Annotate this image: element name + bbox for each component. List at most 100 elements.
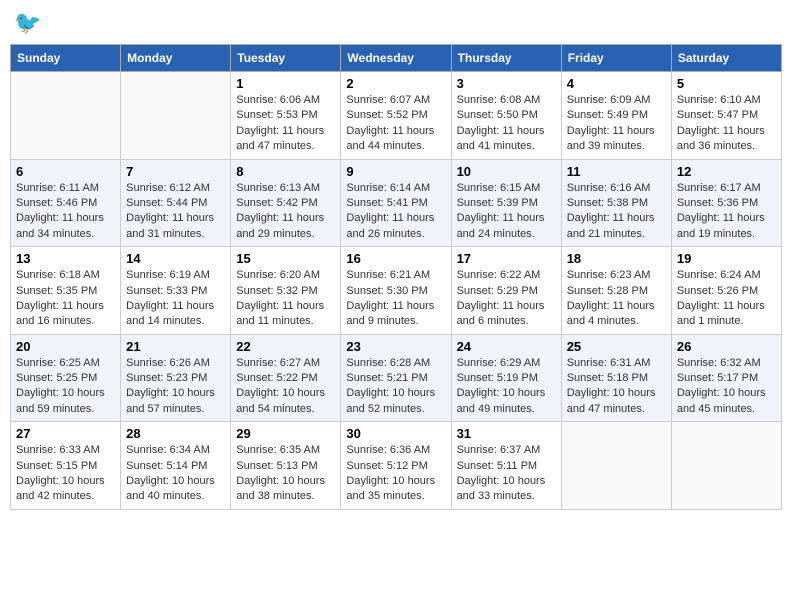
day-info: Sunrise: 6:20 AM Sunset: 5:32 PM Dayligh… (236, 268, 335, 330)
day-info: Sunrise: 6:24 AM Sunset: 5:26 PM Dayligh… (677, 268, 776, 330)
day-info: Sunrise: 6:09 AM Sunset: 5:49 PM Dayligh… (567, 93, 666, 155)
calendar-cell: 25 Sunrise: 6:31 AM Sunset: 5:18 PM Dayli… (561, 334, 671, 422)
day-info: Sunrise: 6:33 AM Sunset: 5:15 PM Dayligh… (16, 443, 115, 505)
calendar-cell (121, 72, 231, 160)
day-info: Sunrise: 6:22 AM Sunset: 5:29 PM Dayligh… (457, 268, 556, 330)
day-info: Sunrise: 6:12 AM Sunset: 5:44 PM Dayligh… (126, 181, 225, 243)
day-number: 28 (126, 426, 225, 441)
day-info: Sunrise: 6:08 AM Sunset: 5:50 PM Dayligh… (457, 93, 556, 155)
calendar-cell: 8Sunrise: 6:13 AM Sunset: 5:42 PM Daylig… (231, 159, 341, 247)
calendar-cell: 14 Sunrise: 6:19 AM Sunset: 5:33 PM Dayli… (121, 247, 231, 335)
day-number: 30 (346, 426, 445, 441)
calendar-cell: 5 Sunrise: 6:10 AM Sunset: 5:47 PM Daylig… (671, 72, 781, 160)
calendar-cell: 22Sunrise: 6:27 AM Sunset: 5:22 PM Dayli… (231, 334, 341, 422)
day-number: 21 (126, 339, 225, 354)
day-number: 5 (677, 76, 776, 91)
calendar-cell (561, 422, 671, 510)
day-number: 10 (457, 164, 556, 179)
day-info: Sunrise: 6:14 AM Sunset: 5:41 PM Dayligh… (346, 181, 445, 243)
calendar-cell: 19 Sunrise: 6:24 AM Sunset: 5:26 PM Dayli… (671, 247, 781, 335)
day-header-saturday: Saturday (671, 45, 781, 72)
logo-bird-icon: 🐦 (14, 10, 41, 35)
day-number: 8 (236, 164, 335, 179)
day-number: 20 (16, 339, 115, 354)
day-number: 15 (236, 251, 335, 266)
calendar-week-4: 20 Sunrise: 6:25 AM Sunset: 5:25 PM Dayli… (11, 334, 782, 422)
day-info: Sunrise: 6:19 AM Sunset: 5:33 PM Dayligh… (126, 268, 225, 330)
calendar-cell: 21 Sunrise: 6:26 AM Sunset: 5:23 PM Dayli… (121, 334, 231, 422)
calendar-week-3: 13 Sunrise: 6:18 AM Sunset: 5:35 PM Dayli… (11, 247, 782, 335)
calendar-cell: 23Sunrise: 6:28 AM Sunset: 5:21 PM Dayli… (341, 334, 451, 422)
day-info: Sunrise: 6:17 AM Sunset: 5:36 PM Dayligh… (677, 181, 776, 243)
calendar-cell: 27 Sunrise: 6:33 AM Sunset: 5:15 PM Dayli… (11, 422, 121, 510)
day-info: Sunrise: 6:32 AM Sunset: 5:17 PM Dayligh… (677, 356, 776, 418)
day-number: 6 (16, 164, 115, 179)
day-number: 18 (567, 251, 666, 266)
day-info: Sunrise: 6:35 AM Sunset: 5:13 PM Dayligh… (236, 443, 335, 505)
day-number: 22 (236, 339, 335, 354)
day-number: 31 (457, 426, 556, 441)
day-info: Sunrise: 6:37 AM Sunset: 5:11 PM Dayligh… (457, 443, 556, 505)
day-info: Sunrise: 6:23 AM Sunset: 5:28 PM Dayligh… (567, 268, 666, 330)
calendar-cell: 11Sunrise: 6:16 AM Sunset: 5:38 PM Dayli… (561, 159, 671, 247)
day-info: Sunrise: 6:26 AM Sunset: 5:23 PM Dayligh… (126, 356, 225, 418)
day-header-tuesday: Tuesday (231, 45, 341, 72)
day-number: 27 (16, 426, 115, 441)
calendar-cell: 31 Sunrise: 6:37 AM Sunset: 5:11 PM Dayli… (451, 422, 561, 510)
day-info: Sunrise: 6:34 AM Sunset: 5:14 PM Dayligh… (126, 443, 225, 505)
calendar-week-2: 6 Sunrise: 6:11 AM Sunset: 5:46 PM Daylig… (11, 159, 782, 247)
calendar-cell: 28 Sunrise: 6:34 AM Sunset: 5:14 PM Dayli… (121, 422, 231, 510)
day-info: Sunrise: 6:10 AM Sunset: 5:47 PM Dayligh… (677, 93, 776, 155)
day-info: Sunrise: 6:25 AM Sunset: 5:25 PM Dayligh… (16, 356, 115, 418)
day-number: 23 (346, 339, 445, 354)
day-header-friday: Friday (561, 45, 671, 72)
calendar-cell: 3Sunrise: 6:08 AM Sunset: 5:50 PM Daylig… (451, 72, 561, 160)
calendar-cell (11, 72, 121, 160)
day-number: 2 (346, 76, 445, 91)
calendar-cell: 9 Sunrise: 6:14 AM Sunset: 5:41 PM Daylig… (341, 159, 451, 247)
day-info: Sunrise: 6:31 AM Sunset: 5:18 PM Dayligh… (567, 356, 666, 418)
calendar-cell: 15 Sunrise: 6:20 AM Sunset: 5:32 PM Dayli… (231, 247, 341, 335)
day-number: 13 (16, 251, 115, 266)
calendar-cell: 18 Sunrise: 6:23 AM Sunset: 5:28 PM Dayli… (561, 247, 671, 335)
day-number: 25 (567, 339, 666, 354)
day-header-monday: Monday (121, 45, 231, 72)
calendar-body: 1 Sunrise: 6:06 AM Sunset: 5:53 PM Daylig… (11, 72, 782, 510)
calendar-week-1: 1 Sunrise: 6:06 AM Sunset: 5:53 PM Daylig… (11, 72, 782, 160)
calendar-cell: 13 Sunrise: 6:18 AM Sunset: 5:35 PM Dayli… (11, 247, 121, 335)
day-info: Sunrise: 6:15 AM Sunset: 5:39 PM Dayligh… (457, 181, 556, 243)
day-info: Sunrise: 6:18 AM Sunset: 5:35 PM Dayligh… (16, 268, 115, 330)
day-info: Sunrise: 6:36 AM Sunset: 5:12 PM Dayligh… (346, 443, 445, 505)
calendar-cell: 12 Sunrise: 6:17 AM Sunset: 5:36 PM Dayli… (671, 159, 781, 247)
day-number: 4 (567, 76, 666, 91)
calendar-cell (671, 422, 781, 510)
day-info: Sunrise: 6:21 AM Sunset: 5:30 PM Dayligh… (346, 268, 445, 330)
calendar-cell: 16Sunrise: 6:21 AM Sunset: 5:30 PM Dayli… (341, 247, 451, 335)
calendar-cell: 29 Sunrise: 6:35 AM Sunset: 5:13 PM Dayli… (231, 422, 341, 510)
calendar-cell: 4 Sunrise: 6:09 AM Sunset: 5:49 PM Daylig… (561, 72, 671, 160)
calendar-cell: 7Sunrise: 6:12 AM Sunset: 5:44 PM Daylig… (121, 159, 231, 247)
day-header-sunday: Sunday (11, 45, 121, 72)
calendar-cell: 30 Sunrise: 6:36 AM Sunset: 5:12 PM Dayli… (341, 422, 451, 510)
calendar-cell: 17 Sunrise: 6:22 AM Sunset: 5:29 PM Dayli… (451, 247, 561, 335)
day-number: 19 (677, 251, 776, 266)
day-number: 12 (677, 164, 776, 179)
day-info: Sunrise: 6:07 AM Sunset: 5:52 PM Dayligh… (346, 93, 445, 155)
day-number: 14 (126, 251, 225, 266)
day-number: 17 (457, 251, 556, 266)
calendar-header-row: SundayMondayTuesdayWednesdayThursdayFrid… (11, 45, 782, 72)
day-number: 1 (236, 76, 335, 91)
day-number: 11 (567, 164, 666, 179)
day-number: 9 (346, 164, 445, 179)
calendar-week-5: 27 Sunrise: 6:33 AM Sunset: 5:15 PM Dayli… (11, 422, 782, 510)
day-info: Sunrise: 6:11 AM Sunset: 5:46 PM Dayligh… (16, 181, 115, 243)
day-number: 26 (677, 339, 776, 354)
day-number: 29 (236, 426, 335, 441)
day-number: 24 (457, 339, 556, 354)
day-header-wednesday: Wednesday (341, 45, 451, 72)
logo: 🐦 (14, 10, 41, 36)
day-info: Sunrise: 6:06 AM Sunset: 5:53 PM Dayligh… (236, 93, 335, 155)
calendar-cell: 2 Sunrise: 6:07 AM Sunset: 5:52 PM Daylig… (341, 72, 451, 160)
calendar-table: SundayMondayTuesdayWednesdayThursdayFrid… (10, 44, 782, 510)
day-info: Sunrise: 6:29 AM Sunset: 5:19 PM Dayligh… (457, 356, 556, 418)
